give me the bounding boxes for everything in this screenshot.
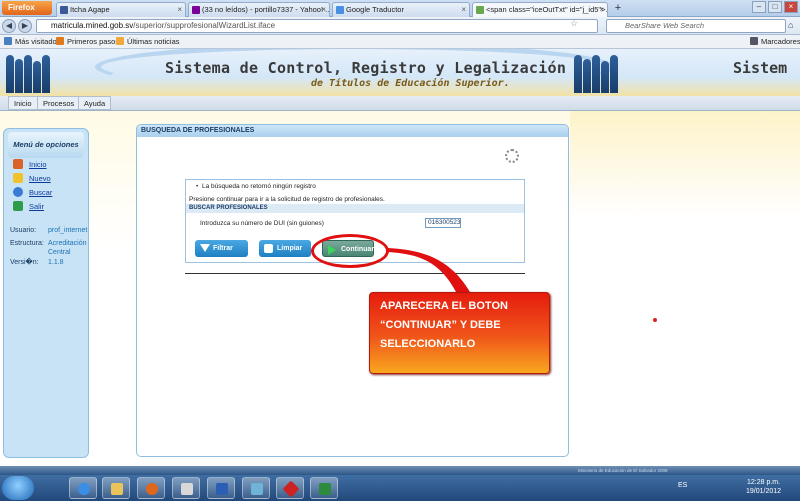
firefox-menu-button[interactable]: Firefox (2, 1, 52, 15)
sidebar-item-inicio[interactable]: Inicio (13, 159, 47, 171)
taskbar-paint[interactable] (276, 477, 304, 499)
address-bar[interactable]: matricula.mined.gob.sv/superior/supprofe… (36, 19, 598, 33)
google-icon (336, 6, 344, 14)
search-input[interactable]: BearShare Web Search (606, 19, 786, 33)
clear-button[interactable]: Limpiar (259, 240, 311, 257)
forward-button[interactable]: ▶ (18, 19, 32, 33)
navigation-bar: ◀ ▶ matricula.mined.gob.sv/superior/supp… (0, 17, 800, 35)
new-tab-button[interactable]: + (611, 2, 625, 16)
app-icon (251, 483, 263, 495)
dui-input[interactable]: 016300523 (425, 218, 461, 228)
bookmarks-bar: Más visitados Primeros pasos Últimas not… (0, 35, 800, 49)
panel-header: BUSQUEDA DE PROFESIONALES (137, 125, 568, 137)
version-info: Versi�n: 1.1.8 (10, 259, 64, 266)
folder-icon (4, 37, 12, 45)
tab-yahoo-mail[interactable]: (33 no leídos) - portillo7337 - Yahoo! .… (188, 2, 330, 17)
folder-icon (111, 483, 123, 495)
back-button[interactable]: ◀ (2, 19, 16, 33)
bookmark-star-icon[interactable]: ☆ (570, 18, 578, 29)
bookmarks-menu[interactable]: Marcadores (750, 35, 800, 48)
exit-icon (13, 201, 23, 211)
tab-itcha-agape[interactable]: Itcha Agape × (56, 2, 186, 17)
firefox-icon (56, 37, 64, 45)
excel-icon (319, 483, 331, 495)
taskbar-excel[interactable] (310, 477, 338, 499)
tab-active-page[interactable]: <span class="iceOutTxt" id="j_id5">... × (472, 2, 608, 17)
site-title-repeat: Sistem (733, 59, 788, 77)
bookmark-latest-news[interactable]: Últimas noticias (116, 35, 180, 48)
system-tray: ES 12:28 p.m. 19/01/2012 (676, 475, 800, 501)
bookmark-getting-started[interactable]: Primeros pasos (56, 35, 119, 48)
menu-inicio[interactable]: Inicio (8, 96, 38, 110)
search-panel: BUSQUEDA DE PROFESIONALES La búsqueda no… (136, 124, 569, 457)
close-tab-icon[interactable]: × (461, 3, 466, 16)
bookmark-most-visited[interactable]: Más visitados (4, 35, 60, 48)
close-tab-icon[interactable]: × (321, 3, 326, 16)
close-tab-icon[interactable]: × (599, 3, 604, 16)
start-button[interactable] (2, 476, 34, 500)
star-icon (13, 173, 23, 183)
rss-icon (116, 37, 124, 45)
internet-explorer-icon (78, 483, 90, 495)
close-tab-icon[interactable]: × (177, 3, 182, 16)
no-results-message: La búsqueda no retornó ningún registro (196, 182, 316, 191)
divider (185, 273, 525, 274)
site-subtitle: de Títulos de Educación Superior. (311, 78, 510, 89)
home-icon[interactable]: ⌂ (788, 20, 793, 30)
user-info: Usuario: prof_internet (10, 227, 88, 234)
taskbar-app2[interactable] (242, 477, 270, 499)
structure-info: Estructura: Acreditación Central (10, 240, 87, 256)
app-icon (181, 483, 193, 495)
close-window-button[interactable]: × (784, 1, 798, 13)
home-icon (13, 159, 23, 169)
site-footer: Ministerio de Educación de El Salvador 2… (0, 466, 800, 475)
taskbar-ie[interactable] (69, 477, 97, 499)
filter-icon (200, 244, 210, 252)
clock[interactable]: 12:28 p.m. 19/01/2012 (746, 478, 781, 496)
minimize-button[interactable]: – (752, 1, 766, 13)
yahoo-icon (192, 6, 200, 14)
instructions-text: Presione continuar para ir a la solicitu… (189, 196, 385, 203)
sidebar-item-buscar[interactable]: Buscar (13, 187, 52, 199)
site-menu-bar: Inicio Procesos Ayuda (0, 96, 800, 111)
highlight-circle (311, 234, 389, 268)
sidebar-header: Menú de opciones (8, 132, 84, 158)
language-indicator[interactable]: ES (678, 482, 687, 489)
dui-label: Introduzca su número de DUI (sin guiones… (200, 220, 324, 227)
browser-tab-bar: Firefox Itcha Agape × (33 no leídos) - p… (0, 0, 800, 17)
menu-procesos[interactable]: Procesos (37, 96, 81, 110)
section-title: BUSCAR PROFESIONALES (186, 204, 524, 213)
tab-google-translate[interactable]: Google Traductor × (332, 2, 470, 17)
word-icon (216, 483, 228, 495)
instruction-callout: APARECERA EL BOTON “CONTINUAR” Y DEBE SE… (369, 292, 550, 374)
options-sidebar: Menú de opciones Inicio Nuevo Buscar Sal… (3, 128, 89, 458)
site-banner: Sistema de Control, Registro y Legalizac… (0, 49, 800, 96)
taskbar-word[interactable] (207, 477, 235, 499)
taskbar-app[interactable] (172, 477, 200, 499)
search-icon (13, 187, 23, 197)
window-controls: – □ × (752, 1, 798, 13)
maximize-button[interactable]: □ (768, 1, 782, 13)
taskbar-explorer[interactable] (102, 477, 130, 499)
facebook-icon (60, 6, 68, 14)
taskbar-firefox[interactable] (137, 477, 165, 499)
site-title: Sistema de Control, Registro y Legalizac… (165, 59, 567, 77)
menu-ayuda[interactable]: Ayuda (78, 96, 112, 110)
windows-taskbar: ES 12:28 p.m. 19/01/2012 (0, 475, 800, 501)
sidebar-item-nuevo[interactable]: Nuevo (13, 173, 51, 185)
people-logo (574, 55, 618, 93)
people-logo (6, 55, 50, 93)
page-icon (476, 6, 484, 14)
sidebar-item-salir[interactable]: Salir (13, 201, 44, 213)
firefox-icon (146, 483, 158, 495)
cursor-dot (653, 318, 657, 322)
loading-spinner-icon (505, 149, 519, 163)
pen-icon (282, 480, 300, 498)
eraser-icon (264, 244, 273, 253)
bookmarks-icon (750, 37, 758, 45)
filter-button[interactable]: Filtrar (195, 240, 248, 257)
